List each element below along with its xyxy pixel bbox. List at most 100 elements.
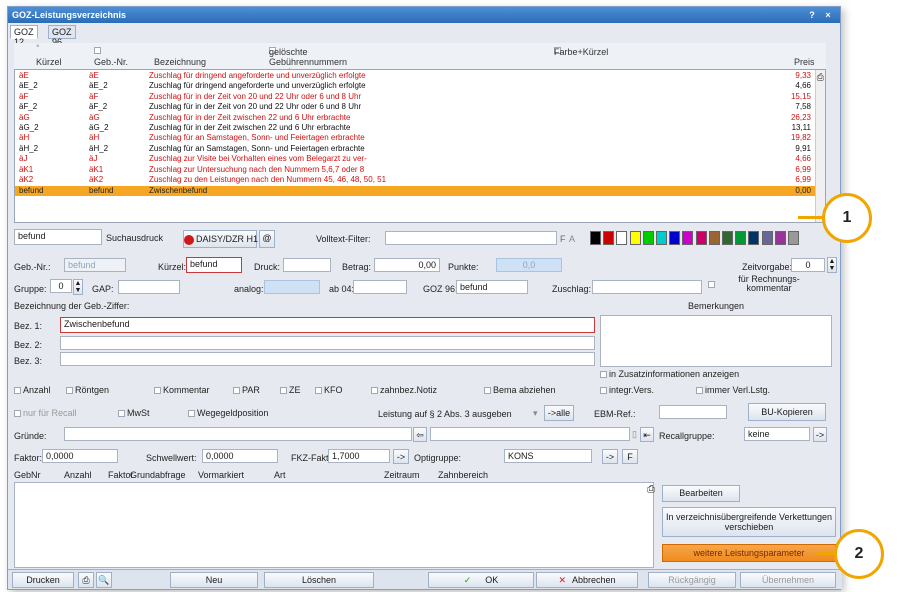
bearbeiten-button[interactable]: Bearbeiten: [662, 485, 740, 502]
opti-arrow-button[interactable]: ->: [602, 449, 618, 464]
color-swatch[interactable]: [695, 231, 707, 245]
uebernehmen-button[interactable]: Übernehmen: [740, 572, 836, 588]
list-row[interactable]: äF_2 äF_2 Zuschlag für in der Zeit von 20 …: [15, 103, 815, 112]
color-swatch[interactable]: [669, 231, 681, 245]
ok-button[interactable]: ✓ OK: [428, 572, 534, 588]
kuerzel-field[interactable]: befund: [186, 257, 242, 273]
detail-col-header[interactable]: Grundabfrage: [130, 470, 186, 480]
neu-button[interactable]: Neu: [170, 572, 258, 588]
col-kuerzel[interactable]: Kürzel: [36, 57, 62, 67]
ebm-field[interactable]: [659, 405, 727, 419]
detail-col-header[interactable]: Zahnbereich: [438, 470, 488, 480]
fkz-arrow-button[interactable]: ->: [393, 449, 409, 464]
color-swatch[interactable]: [722, 231, 733, 245]
betrag-field[interactable]: 0,00: [374, 258, 440, 272]
table-printer-icon[interactable]: ⎙: [647, 484, 655, 495]
gruende-scroll-icon[interactable]: ▯: [632, 429, 637, 440]
roentgen-checkbox[interactable]: Röntgen: [66, 385, 109, 395]
filter-a-button[interactable]: A: [569, 234, 575, 244]
fkz-field[interactable]: 1,7000: [328, 449, 390, 463]
detail-table[interactable]: [14, 482, 654, 568]
list-row[interactable]: äJ äJ Zuschlag zur Visite bei Vorhalten ei…: [15, 155, 815, 164]
detail-col-header[interactable]: Art: [274, 470, 286, 480]
gruende-add-icon[interactable]: ⇦: [413, 427, 427, 442]
drucken-button[interactable]: Drucken: [12, 572, 74, 588]
preview-icon[interactable]: 🔍: [96, 572, 112, 588]
mwst-checkbox[interactable]: MwSt: [118, 408, 150, 418]
at-button[interactable]: @: [259, 230, 275, 248]
alle-button[interactable]: ->alle: [544, 405, 574, 421]
color-swatch[interactable]: [603, 231, 615, 245]
detail-col-header[interactable]: Vormarkiert: [198, 470, 244, 480]
recallgruppe-select[interactable]: keine: [744, 427, 810, 441]
list-row[interactable]: äF äF Zuschlag für in der Zeit von 20 und …: [15, 92, 815, 102]
detail-col-header[interactable]: GebNr: [14, 470, 41, 480]
color-swatch[interactable]: [642, 231, 654, 245]
color-swatch[interactable]: [735, 231, 747, 245]
list-row[interactable]: äK1 äK1 Zuschlag zur Untersuchung nach den…: [15, 165, 815, 175]
goz96-field[interactable]: befund: [456, 280, 528, 294]
loeschen-button[interactable]: Löschen: [264, 572, 374, 588]
tab-goz12[interactable]: GOZ 12: [10, 25, 38, 47]
gruende-field[interactable]: [64, 427, 412, 441]
ze-checkbox[interactable]: ZE: [280, 385, 301, 395]
color-swatch[interactable]: [788, 231, 799, 245]
wegegeld-checkbox[interactable]: Wegegeldposition: [188, 408, 268, 418]
zahnbez-checkbox[interactable]: zahnbez.Notiz: [371, 385, 437, 395]
volltext-input[interactable]: [385, 231, 557, 245]
opti-f-button[interactable]: F: [622, 449, 638, 464]
anzahl-checkbox[interactable]: Anzahl: [14, 385, 51, 395]
color-swatch[interactable]: [708, 231, 720, 245]
gruppe-spinner[interactable]: ▲ ▼: [73, 279, 83, 295]
kommentar-checkbox[interactable]: Kommentar: [154, 385, 210, 395]
list-scrollbar[interactable]: [815, 70, 825, 222]
color-swatch[interactable]: [590, 231, 601, 245]
minimize-icon[interactable]: ?: [806, 9, 818, 21]
list-row[interactable]: äE_2 äE_2 Zuschlag für dringend angeforder…: [15, 82, 815, 91]
color-swatch[interactable]: [629, 231, 641, 245]
gebnr-field[interactable]: befund: [64, 258, 126, 272]
list-row[interactable]: äH äH Zuschlag für an Samstagen, Sonn- und…: [15, 134, 815, 143]
detail-col-header[interactable]: Zeitraum: [384, 470, 420, 480]
search-input[interactable]: befund: [14, 229, 102, 245]
color-swatch[interactable]: [616, 231, 628, 245]
integr-checkbox[interactable]: integr.Vers.: [600, 385, 654, 395]
bez3-field[interactable]: [60, 352, 595, 366]
leistung-dropdown-icon[interactable]: ▾: [533, 408, 538, 419]
bema-checkbox[interactable]: Bema abziehen: [484, 385, 556, 395]
bukopieren-button[interactable]: BU-Kopieren: [748, 403, 826, 421]
punkte-field[interactable]: 0,0: [496, 258, 562, 272]
color-swatch[interactable]: [748, 231, 760, 245]
list-row[interactable]: äG_2 äG_2 Zuschlag für in der Zeit zwische…: [15, 123, 815, 133]
col-bezeichnung[interactable]: Bezeichnung: [154, 57, 206, 67]
service-list[interactable]: äE äE Zuschlag für dringend angeforderte u…: [14, 69, 826, 223]
tab-goz96[interactable]: GOZ 96: [48, 25, 76, 47]
weitere-button[interactable]: weitere Leistungsparameter: [662, 544, 836, 562]
print-icon[interactable]: ⎙: [78, 572, 94, 588]
col-gebnr[interactable]: Geb.-Nr.: [94, 57, 128, 67]
kfo-checkbox[interactable]: KFO: [315, 385, 343, 395]
list-row[interactable]: äH_2 äH_2 Zuschlag für an Samstagen, Sonn-…: [15, 144, 815, 154]
optigruppe-select[interactable]: KONS: [504, 449, 592, 463]
close-icon[interactable]: ×: [822, 9, 834, 21]
immer-checkbox[interactable]: immer Verl.Lstg.: [696, 385, 770, 395]
detail-col-header[interactable]: Anzahl: [64, 470, 92, 480]
color-swatch[interactable]: [761, 231, 773, 245]
bez1-field[interactable]: Zwischenbefund: [60, 317, 595, 333]
color-swatch[interactable]: [682, 231, 694, 245]
recall-arrow-button[interactable]: ->: [813, 427, 827, 442]
verkettungen-button[interactable]: In verzeichnisübergreifende Verkettungen…: [662, 507, 836, 537]
zeitvorgabe-spinner[interactable]: ▲ ▼: [827, 257, 837, 273]
par-checkbox[interactable]: PAR: [233, 385, 260, 395]
rueckgaengig-button[interactable]: Rückgängig: [648, 572, 736, 588]
abbrechen-button[interactable]: ✕ Abbrechen: [536, 572, 638, 588]
col-preis[interactable]: Preis: [794, 57, 815, 67]
schwellwert-field[interactable]: 0,0000: [202, 449, 278, 463]
gruende-back-icon[interactable]: ⇤: [640, 427, 654, 442]
list-row[interactable]: äK2 äK2 Zuschlag zu den Leistungen nach de…: [15, 175, 815, 185]
faktor-field[interactable]: 0,0000: [42, 449, 118, 463]
ab04-field[interactable]: [353, 280, 407, 294]
zusatz-checkbox[interactable]: in Zusatzinformationen anzeigen: [600, 369, 739, 379]
fuer-rechnung-checkbox[interactable]: [708, 279, 717, 289]
gruende-field-2[interactable]: [430, 427, 630, 441]
